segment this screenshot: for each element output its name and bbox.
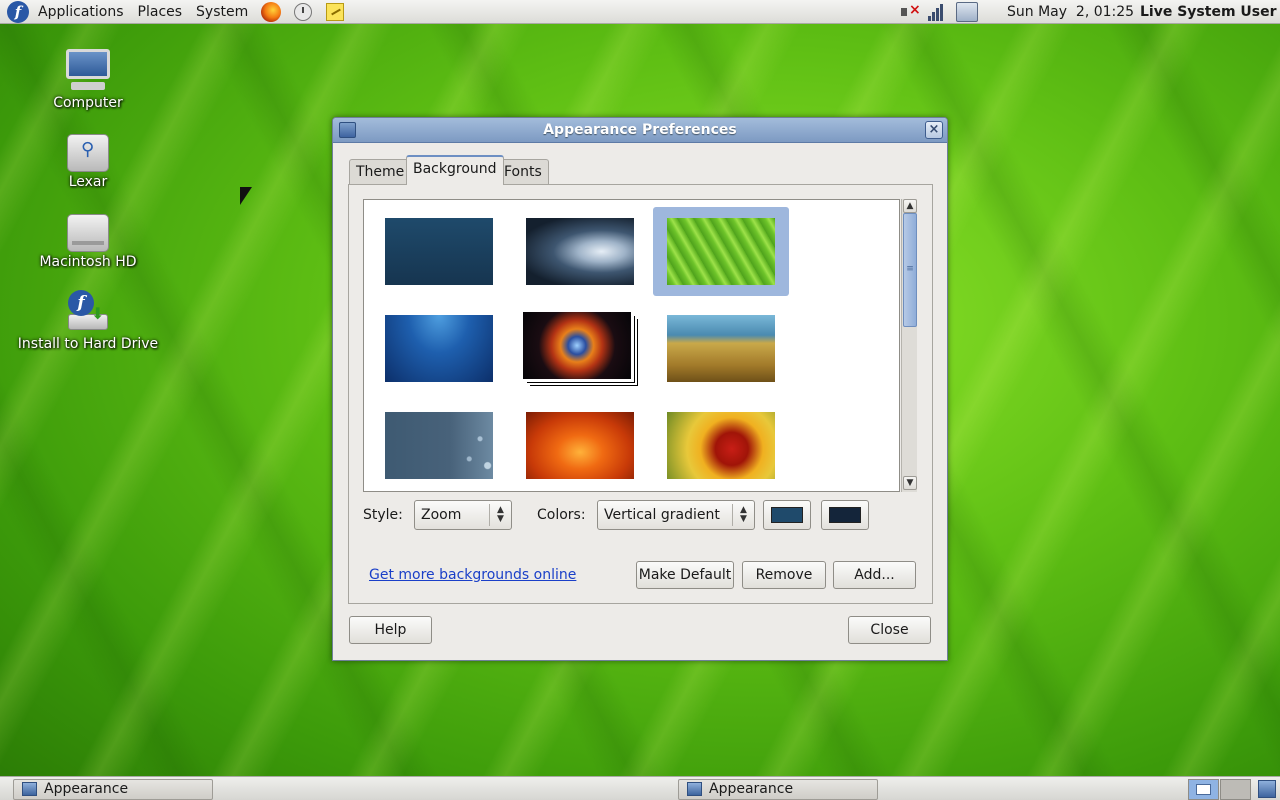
top-panel: f Applications Places System Sun May 2, … (0, 0, 1280, 24)
desktop-icon-install[interactable]: f ⬇ Install to Hard Drive (13, 290, 163, 352)
volume-muted-icon[interactable] (898, 2, 921, 22)
network-signal-icon[interactable] (928, 3, 948, 21)
help-button[interactable]: Help (349, 616, 432, 644)
menu-system[interactable]: System (189, 0, 255, 24)
computer-icon (65, 47, 111, 93)
workspace-2[interactable] (1220, 779, 1251, 800)
get-more-backgrounds-link[interactable]: Get more backgrounds online (369, 565, 576, 585)
desktop-icon-label: Computer (53, 95, 123, 111)
firefox-icon (261, 1, 282, 22)
user-switcher[interactable]: Live System User (1140, 0, 1277, 24)
wallpaper-scrollbar[interactable]: ▲ ≡ ▼ (901, 199, 917, 492)
style-combo[interactable]: Zoom ▲ ▼ (414, 500, 512, 530)
wallpaper-thumb[interactable] (385, 315, 493, 382)
firefox-launcher[interactable] (259, 1, 283, 23)
colors-combo-value: Vertical gradient (604, 507, 720, 523)
menu-places[interactable]: Places (131, 0, 190, 24)
system-tray (898, 0, 978, 24)
taskbar-button-label: Appearance Preferences (709, 781, 794, 797)
combo-arrows-icon: ▲ ▼ (732, 504, 754, 526)
colors-combo[interactable]: Vertical gradient ▲ ▼ (597, 500, 755, 530)
taskbar-button-label: Appearance Preferences (44, 781, 129, 797)
add-button[interactable]: Add... (833, 561, 916, 589)
window-icon (22, 782, 37, 796)
wallpaper-thumb[interactable] (385, 412, 493, 479)
workspace-1[interactable] (1188, 779, 1219, 800)
secondary-color-button[interactable] (821, 500, 869, 530)
tab-theme[interactable]: Theme (349, 159, 412, 186)
scroll-down-icon[interactable]: ▼ (903, 476, 917, 490)
window-icon (687, 782, 702, 796)
desktop-icon-label: Lexar (68, 174, 108, 190)
wallpaper-grid[interactable] (363, 199, 900, 492)
background-tab-panel: ▲ ≡ ▼ Style: Zoom ▲ ▼ Colors: Vertical gr… (348, 184, 933, 604)
menu-applications[interactable]: Applications (31, 0, 131, 24)
taskbar-button-appearance[interactable]: Appearance Preferences (13, 779, 213, 800)
mouse-cursor-icon (240, 187, 252, 205)
usb-drive-icon: ⚲ (67, 134, 109, 172)
scroll-up-icon[interactable]: ▲ (903, 199, 917, 213)
window-title: Appearance Preferences (543, 122, 737, 138)
colors-label: Colors: (537, 507, 586, 523)
primary-color-button[interactable] (763, 500, 811, 530)
make-default-button[interactable]: Make Default (636, 561, 734, 589)
wallpaper-thumb[interactable] (526, 218, 634, 285)
style-combo-value: Zoom (421, 507, 462, 523)
install-icon: f ⬇ (66, 290, 110, 334)
close-button[interactable]: Close (848, 616, 931, 644)
remove-button[interactable]: Remove (742, 561, 826, 589)
network-manager-icon[interactable] (956, 2, 978, 22)
mail-launcher[interactable] (291, 1, 315, 23)
combo-arrows-icon: ▲ ▼ (489, 504, 511, 526)
desktop-icon-computer[interactable]: Computer (13, 47, 163, 111)
window-titlebar[interactable]: Appearance Preferences × (333, 118, 947, 143)
wallpaper-thumb[interactable] (667, 315, 775, 382)
hard-disk-icon (67, 214, 109, 252)
primary-color-swatch (771, 507, 803, 523)
wallpaper-thumb-selected[interactable] (667, 218, 775, 285)
wallpaper-thumb[interactable] (667, 412, 775, 479)
appearance-preferences-window: Appearance Preferences × Theme Backgroun… (332, 117, 948, 661)
scrollbar-thumb[interactable]: ≡ (903, 213, 917, 327)
panel-clock[interactable]: Sun May 2, 01:25 (1007, 0, 1134, 24)
desktop-icon-macintosh-hd[interactable]: Macintosh HD (13, 214, 163, 270)
desktop-icon-label: Install to Hard Drive (17, 336, 159, 352)
tab-background[interactable]: Background (406, 155, 504, 185)
fedora-logo-icon[interactable]: f (7, 0, 29, 23)
wallpaper-thumb[interactable] (526, 412, 634, 479)
window-close-icon[interactable]: × (925, 121, 943, 139)
mail-clock-icon (294, 2, 313, 21)
tab-fonts[interactable]: Fonts (497, 159, 549, 186)
notes-icon (326, 2, 345, 21)
desktop-icon-lexar[interactable]: ⚲ Lexar (13, 134, 163, 190)
style-label: Style: (363, 507, 403, 523)
wallpaper-thumb[interactable] (385, 218, 493, 285)
bottom-panel: Appearance Preferences Appearance Prefer… (0, 776, 1280, 800)
taskbar-button-appearance[interactable]: Appearance Preferences (678, 779, 878, 800)
wallpaper-thumb-slideshow[interactable] (523, 312, 631, 379)
desktop-icon-label: Macintosh HD (39, 254, 137, 270)
trash-icon[interactable] (1258, 780, 1276, 798)
secondary-color-swatch (829, 507, 861, 523)
notes-launcher[interactable] (323, 1, 347, 23)
